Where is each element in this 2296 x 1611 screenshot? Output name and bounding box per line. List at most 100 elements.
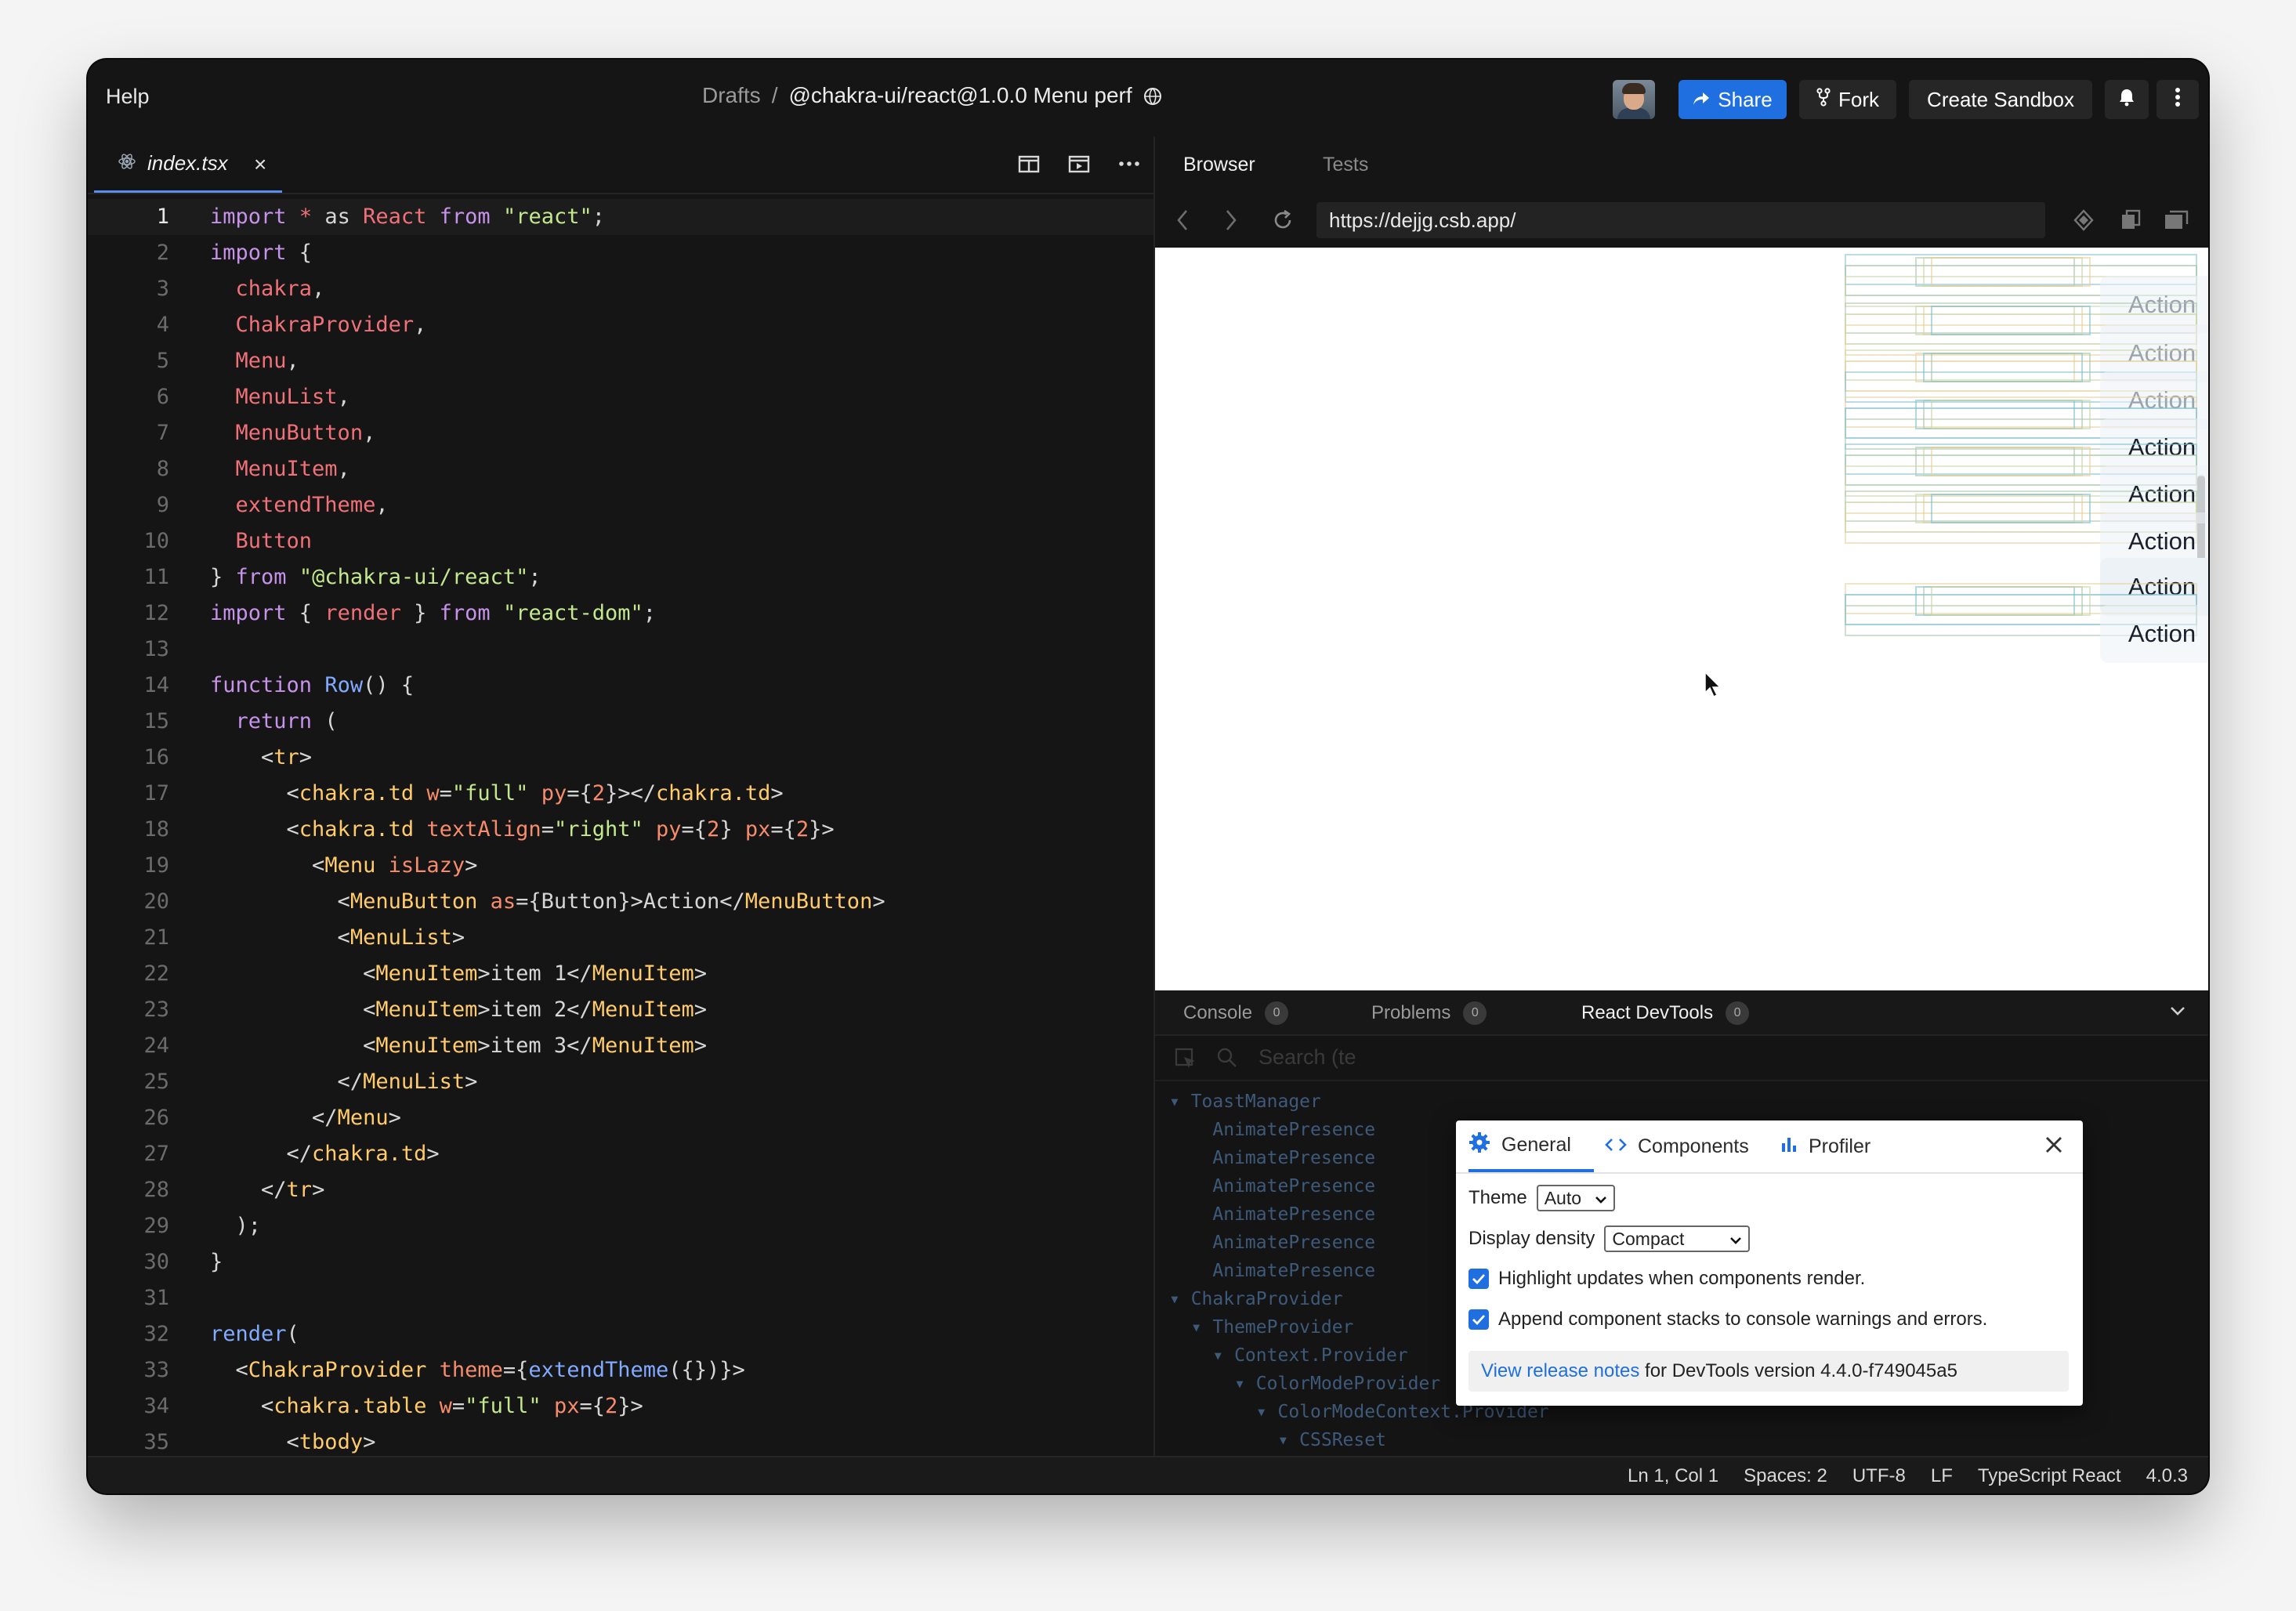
- close-tab-button[interactable]: ×: [254, 152, 266, 177]
- code-text: </Menu>: [210, 1106, 401, 1130]
- code-text: </MenuList>: [210, 1070, 478, 1094]
- indentation[interactable]: Spaces: 2: [1744, 1465, 1827, 1487]
- line-number: 12: [143, 601, 169, 625]
- code-line[interactable]: 19 <Menu isLazy>: [88, 848, 1153, 884]
- globe-icon[interactable]: [1143, 86, 1162, 111]
- action-menu-button[interactable]: Action: [2100, 605, 2208, 663]
- settings-tab-general[interactable]: General: [1468, 1120, 1594, 1172]
- release-notes-link[interactable]: View release notes: [1481, 1360, 1639, 1381]
- code-line[interactable]: 3 chakra,: [88, 271, 1153, 307]
- theme-select[interactable]: Auto: [1536, 1185, 1615, 1211]
- code-line[interactable]: 29 );: [88, 1208, 1153, 1244]
- code-line[interactable]: 12 import { render } from "react-dom";: [88, 596, 1153, 632]
- tree-node[interactable]: ▾ CSSReset: [1169, 1426, 1549, 1454]
- code-line[interactable]: 26 </Menu>: [88, 1100, 1153, 1136]
- back-icon[interactable]: [1175, 208, 1190, 238]
- encoding[interactable]: UTF-8: [1852, 1465, 1906, 1487]
- code-line[interactable]: 24 <MenuItem>item 3</MenuItem>: [88, 1028, 1153, 1064]
- codesandbox-icon[interactable]: [2072, 208, 2095, 232]
- inspect-element-icon[interactable]: [1174, 1047, 1197, 1074]
- code-line[interactable]: 22 <MenuItem>item 1</MenuItem>: [88, 956, 1153, 992]
- mouse-cursor-icon: [1704, 671, 1722, 703]
- forward-icon[interactable]: [1224, 208, 1238, 238]
- code-line[interactable]: 32 render(: [88, 1316, 1153, 1352]
- code-line[interactable]: 9 extendTheme,: [88, 487, 1153, 523]
- highlight-updates-checkbox[interactable]: [1468, 1269, 1489, 1289]
- help-menu[interactable]: Help: [106, 85, 150, 109]
- code-line[interactable]: 4 ChakraProvider,: [88, 307, 1153, 343]
- code-line[interactable]: 30}: [88, 1244, 1153, 1280]
- tree-node[interactable]: ▾ ToastManager: [1169, 1088, 1549, 1116]
- code-line[interactable]: 7 MenuButton,: [88, 415, 1153, 451]
- code-text: MenuItem,: [235, 457, 350, 481]
- more-menu-button[interactable]: [2157, 80, 2199, 119]
- code-brackets-icon: [1605, 1135, 1627, 1158]
- code-line[interactable]: 33 <ChakraProvider theme={extendTheme({}…: [88, 1352, 1153, 1388]
- preview-toggle-icon[interactable]: [1066, 150, 1092, 177]
- avatar[interactable]: [1613, 80, 1655, 119]
- url-input[interactable]: https://dejjg.csb.app/: [1316, 202, 2045, 238]
- refresh-icon[interactable]: [1271, 208, 1295, 238]
- share-button[interactable]: Share: [1679, 80, 1787, 119]
- code-line[interactable]: 2 import {: [88, 235, 1153, 271]
- fullscreen-icon[interactable]: [2163, 208, 2189, 232]
- tab-console[interactable]: Console 0: [1183, 1001, 1289, 1025]
- settings-tab-components[interactable]: Components: [1605, 1120, 1749, 1172]
- preview-viewport[interactable]: Action Action Action Action Action Action Acti…: [1155, 248, 2208, 990]
- code-line[interactable]: 17 <chakra.td w="full" py={2}></chakra.t…: [88, 776, 1153, 812]
- code-line[interactable]: 16 <tr>: [88, 740, 1153, 776]
- code-line[interactable]: 5 Menu,: [88, 343, 1153, 379]
- settings-tab-profiler[interactable]: Profiler: [1780, 1120, 1870, 1172]
- code-line[interactable]: 20 <MenuButton as={Button}>Action</MenuB…: [88, 884, 1153, 920]
- theme-label: Theme: [1468, 1187, 1527, 1208]
- code-line[interactable]: 18 <chakra.td textAlign="right" py={2} p…: [88, 812, 1153, 848]
- code-line[interactable]: 6 MenuList,: [88, 379, 1153, 415]
- split-view-icon[interactable]: [1016, 150, 1042, 177]
- code-line[interactable]: 15 return (: [88, 704, 1153, 740]
- typescript-version[interactable]: 4.0.3: [2146, 1465, 2188, 1487]
- tab-filename: index.tsx: [147, 151, 228, 175]
- devtools-toolbar: Search (te: [1155, 1036, 2208, 1081]
- code-line[interactable]: 31: [88, 1280, 1153, 1316]
- theme-select-value: Auto: [1544, 1187, 1582, 1208]
- code-line[interactable]: 21 <MenuList>: [88, 920, 1153, 956]
- code-line[interactable]: 1 import * as React from "react";: [88, 199, 1153, 235]
- close-icon[interactable]: [2042, 1133, 2066, 1157]
- tab-index-tsx[interactable]: index.tsx ×: [94, 136, 282, 193]
- tab-problems[interactable]: Problems 0: [1371, 1001, 1487, 1025]
- code-area[interactable]: 1 import * as React from "react"; 2 import …: [88, 199, 1153, 1454]
- code-line[interactable]: 27 </chakra.td>: [88, 1136, 1153, 1172]
- line-ending[interactable]: LF: [1931, 1465, 1953, 1487]
- cursor-position[interactable]: Ln 1, Col 1: [1628, 1465, 1718, 1487]
- language-mode[interactable]: TypeScript React: [1978, 1465, 2121, 1487]
- create-sandbox-button[interactable]: Create Sandbox: [1909, 80, 2092, 119]
- code-line[interactable]: 25 </MenuList>: [88, 1064, 1153, 1100]
- open-new-window-icon[interactable]: [2119, 208, 2142, 232]
- code-line[interactable]: 23 <MenuItem>item 2</MenuItem>: [88, 992, 1153, 1028]
- code-line[interactable]: 10 Button: [88, 523, 1153, 559]
- density-label: Display density: [1468, 1228, 1595, 1249]
- code-line[interactable]: 8 MenuItem,: [88, 451, 1153, 487]
- code-line[interactable]: 11} from "@chakra-ui/react";: [88, 559, 1153, 596]
- code-line[interactable]: 14 function Row() {: [88, 668, 1153, 704]
- tab-react-devtools[interactable]: React DevTools 0: [1581, 1001, 1750, 1025]
- top-bar: Help Drafts / @chakra-ui/react@1.0.0 Menu …: [88, 60, 2208, 138]
- code-line[interactable]: 13: [88, 632, 1153, 668]
- fork-button[interactable]: Fork: [1799, 80, 1896, 119]
- breadcrumb-drafts[interactable]: Drafts: [702, 83, 761, 107]
- notifications-button[interactable]: [2105, 80, 2149, 119]
- line-number: 34: [143, 1394, 169, 1418]
- code-line[interactable]: 34 <chakra.table w="full" px={2}>: [88, 1388, 1153, 1425]
- chevron-down-icon[interactable]: [2169, 1005, 2186, 1021]
- density-select[interactable]: Compact: [1604, 1225, 1751, 1252]
- append-stacks-checkbox[interactable]: [1468, 1309, 1489, 1330]
- sandbox-title[interactable]: @chakra-ui/react@1.0.0 Menu perf: [788, 83, 1132, 107]
- line-number: 29: [143, 1214, 169, 1238]
- render-highlight-outline: [1931, 400, 2091, 429]
- line-number: 2: [156, 241, 169, 265]
- component-search-input[interactable]: Search (te: [1258, 1045, 1356, 1070]
- code-line[interactable]: 28 </tr>: [88, 1172, 1153, 1208]
- tab-tests[interactable]: Tests: [1323, 154, 1368, 176]
- more-horizontal-icon[interactable]: [1116, 150, 1143, 177]
- tab-browser[interactable]: Browser: [1183, 154, 1255, 176]
